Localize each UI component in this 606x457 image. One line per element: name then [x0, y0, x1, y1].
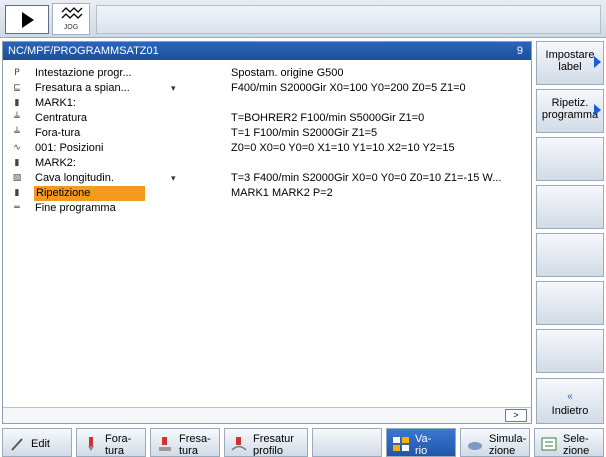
- play-arrow-icon: [22, 12, 34, 28]
- vertical-softkey-bar: Impostare label Ripetiz. programma « Ind…: [536, 41, 604, 424]
- jog-label: JOG: [63, 24, 79, 31]
- vertical-softkey-4[interactable]: [536, 185, 604, 229]
- select-list-icon: [541, 437, 557, 451]
- step-type-icon: P: [14, 68, 20, 78]
- jog-wave-icon: [61, 7, 83, 19]
- pencil-icon: [11, 438, 23, 451]
- back-chevron-icon: «: [567, 391, 573, 402]
- program-step-row[interactable]: ╧ Fora-tura T=1 F100/min S2000Gir Z1=5: [3, 126, 531, 141]
- step-parameters: T=1 F100/min S2000Gir Z1=5: [231, 127, 378, 139]
- panel-footer: >: [3, 407, 531, 423]
- vertical-softkey-3[interactable]: [536, 137, 604, 181]
- foratura-button[interactable]: Fora- tura: [76, 428, 146, 457]
- step-label: 001: Posizioni: [35, 142, 104, 154]
- vertical-softkey-7[interactable]: [536, 329, 604, 373]
- more-button[interactable]: >: [505, 409, 527, 422]
- vertical-softkey-5[interactable]: [536, 233, 604, 277]
- program-step-row[interactable]: P Intestazione progr... Spostam. origine G…: [3, 66, 531, 81]
- step-label: Cava longitudin.: [35, 172, 114, 184]
- selezione-label: Sele- zione: [563, 433, 590, 457]
- step-label: Intestazione progr...: [35, 67, 132, 79]
- simulazione-label: Simula- zione: [489, 433, 527, 457]
- step-type-icon: ╧: [14, 113, 20, 123]
- step-label: Centratura: [35, 112, 87, 124]
- step-label: MARK2:: [35, 157, 76, 169]
- program-title-bar: NC/MPF/PROGRAMMSATZ01 9: [3, 42, 531, 60]
- step-type-icon: ▮: [14, 158, 20, 168]
- program-editor-panel: NC/MPF/PROGRAMMSATZ01 9 P Intestazione pr…: [2, 41, 532, 424]
- selezione-button[interactable]: Sele- zione: [534, 428, 604, 457]
- simulazione-button[interactable]: Simula- zione: [460, 428, 530, 457]
- step-label: Ripetizione: [34, 186, 146, 201]
- header-strip: [96, 5, 601, 34]
- step-type-icon: ⊑: [13, 83, 21, 93]
- fresatura-label: Fresa- tura: [179, 433, 211, 457]
- fresatura-button[interactable]: Fresa- tura: [150, 428, 220, 457]
- impostare-label-button[interactable]: Impostare label: [536, 41, 604, 85]
- step-parameters: F400/min S2000Gir X0=100 Y0=200 Z0=5 Z1=…: [231, 82, 466, 94]
- step-type-icon: ∿: [13, 143, 21, 153]
- program-mode-box[interactable]: [5, 5, 49, 34]
- mill-icon: [159, 437, 171, 451]
- step-parameters: MARK1 MARK2 P=2: [231, 187, 333, 199]
- program-step-row[interactable]: ▮ MARK2:: [3, 156, 531, 171]
- contour-mill-icon: [231, 437, 247, 451]
- submenu-arrow-icon: [594, 56, 601, 68]
- step-type-icon: ▮: [14, 188, 20, 198]
- expand-arrow-icon[interactable]: ▾: [171, 171, 176, 186]
- edit-button[interactable]: Edit: [2, 428, 72, 457]
- program-step-row[interactable]: ═ Fine programma: [3, 201, 531, 216]
- vario-label: Va- rio: [415, 433, 432, 457]
- program-step-row[interactable]: ∿ 001: Posizioni Z0=0 X0=0 Y0=0 X1=10 Y1=1…: [3, 141, 531, 156]
- fresatura-profilo-button[interactable]: Fresatur profilo: [224, 428, 308, 457]
- grid-icon: [393, 437, 409, 451]
- step-label: Fine programma: [35, 202, 116, 214]
- expand-arrow-icon[interactable]: ▾: [171, 81, 176, 96]
- horizontal-softkey-bar: Edit Fora- tura Fresa- tura Fresatur pro…: [0, 428, 606, 457]
- step-parameters: Z0=0 X0=0 Y0=0 X1=10 Y1=10 X2=10 Y2=15: [231, 142, 455, 154]
- submenu-arrow-icon: [594, 104, 601, 116]
- program-step-row[interactable]: ▧ Cava longitudin. ▾ T=3 F400/min S2000Gir …: [3, 171, 531, 186]
- step-parameters: Spostam. origine G500: [231, 67, 344, 79]
- indietro-text: Indietro: [551, 405, 589, 417]
- jog-mode-box[interactable]: JOG: [52, 3, 90, 35]
- step-parameters: T=3 F400/min S2000Gir X0=0 Y0=0 Z0=10 Z1…: [231, 172, 502, 184]
- indietro-button[interactable]: « Indietro: [536, 378, 604, 424]
- program-step-row[interactable]: ▮ MARK1:: [3, 96, 531, 111]
- horizontal-softkey-empty[interactable]: [312, 428, 382, 457]
- step-label: Fresatura a spian...: [35, 82, 130, 94]
- foratura-label: Fora- tura: [105, 433, 132, 457]
- step-label: Fora-tura: [35, 127, 81, 139]
- top-header: JOG: [0, 0, 606, 38]
- program-path: NC/MPF/PROGRAMMSATZ01: [8, 45, 159, 57]
- program-line-count: 9: [516, 45, 523, 57]
- drill-icon: [88, 437, 94, 451]
- step-type-icon: ▧: [12, 173, 22, 183]
- edit-label: Edit: [31, 438, 50, 450]
- step-type-icon: ═: [14, 203, 20, 213]
- program-step-row[interactable]: ▮ Ripetizione MARK1 MARK2 P=2: [3, 186, 531, 201]
- step-parameters: T=BOHRER2 F100/min S5000Gir Z1=0: [231, 112, 425, 124]
- ripetiz-programma-button[interactable]: Ripetiz. programma: [536, 89, 604, 133]
- simulation-icon: [468, 442, 482, 450]
- vertical-softkey-6[interactable]: [536, 281, 604, 325]
- program-step-row[interactable]: ⊑ Fresatura a spian... ▾ F400/min S2000Gir …: [3, 81, 531, 96]
- fresatura-profilo-label: Fresatur profilo: [253, 433, 294, 457]
- program-step-row[interactable]: ╧ Centratura T=BOHRER2 F100/min S5000Gir Z…: [3, 111, 531, 126]
- step-label: MARK1:: [35, 97, 76, 109]
- step-type-icon: ▮: [14, 98, 20, 108]
- step-type-icon: ╧: [14, 128, 20, 138]
- vario-button[interactable]: Va- rio: [386, 428, 456, 457]
